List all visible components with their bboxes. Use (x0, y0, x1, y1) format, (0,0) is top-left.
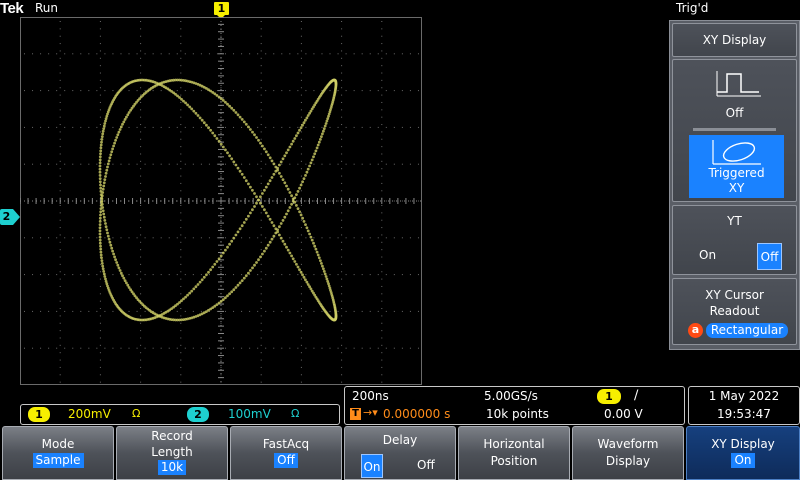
sample-rate: 5.00GS/s (484, 389, 538, 403)
xy-lissajous-icon (712, 140, 761, 165)
delay-label: Delay (382, 433, 418, 447)
delay-softkey[interactable]: Delay On Off (344, 426, 456, 480)
run-state: Run (35, 1, 59, 15)
yt-on-option[interactable]: On (699, 248, 716, 262)
fastacq-value: Off (274, 453, 298, 468)
ch1-scale: 200mV (68, 407, 111, 421)
date: 1 May 2022 (708, 389, 780, 403)
ch2-impedance-icon: Ω (291, 407, 300, 420)
trigger-level: 0.00 V (604, 407, 643, 421)
time: 19:53:47 (717, 407, 771, 421)
xy-cursor-title-line1: XY Cursor (705, 288, 764, 302)
ch2-ground-label: 2 (2, 210, 11, 223)
ch2-marker-arrow-icon (13, 209, 20, 225)
xy-cursor-title: XY Cursor Readout (673, 287, 796, 319)
selector-divider (693, 128, 776, 131)
waveform-graticule[interactable] (20, 17, 422, 385)
xy-triggered-label: Triggered XY (689, 166, 784, 196)
horizontal-position-label: Horizontal Position (483, 437, 545, 468)
xy-cursor-value: Rectangular (706, 323, 788, 338)
yt-title: YT (727, 214, 742, 228)
datetime-box: 1 May 2022 19:53:47 (688, 386, 800, 425)
mode-softkey[interactable]: Mode Sample (2, 426, 114, 480)
waveform-display-softkey[interactable]: Waveform Display (572, 426, 684, 480)
delay-arrow-icon: →▾ (363, 406, 378, 419)
mode-label: Mode (41, 437, 75, 451)
delay-readout: 0.000000 s (383, 407, 451, 421)
xy-display-softkey[interactable]: XY Display On (686, 426, 800, 480)
side-menu-title-box: XY Display (672, 23, 797, 57)
side-menu-title: XY Display (702, 33, 767, 47)
xy-display-selector: Off Triggered XY (672, 59, 797, 202)
xy-triggered-label-line1: Triggered (708, 166, 765, 180)
channel-scale-box[interactable]: 1 200mV Ω 2 100mV Ω (20, 404, 340, 425)
xy-off-label: Off (725, 106, 744, 120)
xy-triggered-label-line2: XY (728, 181, 745, 195)
trigger-source-badge[interactable]: 1 (597, 389, 621, 404)
ch1-badge[interactable]: 1 (28, 407, 50, 422)
xy-display-label: XY Display (711, 437, 775, 451)
xy-cursor-readout-box[interactable]: XY Cursor Readout a Rectangular (672, 278, 797, 345)
horizontal-position-softkey[interactable]: Horizontal Position (458, 426, 570, 480)
trigger-state: Trig'd (676, 1, 709, 15)
brand-logo: Tek (0, 0, 24, 17)
xy-display-value: On (731, 453, 755, 468)
mode-value: Sample (32, 453, 84, 468)
delay-on-option[interactable]: On (361, 454, 383, 478)
ch2-badge[interactable]: 2 (187, 407, 209, 422)
fastacq-label: FastAcq (262, 437, 310, 451)
ch1-impedance-icon: Ω (132, 407, 141, 420)
xy-cursor-title-line2: Readout (709, 304, 760, 318)
yt-toggle-box: YT On Off (672, 205, 797, 275)
trigger-slope-icon: ∕ (634, 388, 639, 403)
waveform-display-label: Waveform Display (597, 437, 659, 468)
delay-icon: T (350, 408, 361, 420)
fastacq-softkey[interactable]: FastAcq Off (230, 426, 342, 480)
record-length-label: Record Length (151, 429, 193, 459)
record-length-value: 10k (157, 460, 187, 475)
horizontal-readout-box[interactable]: 200ns 5.00GS/s T →▾ 0.000000 s 10k point… (344, 386, 685, 425)
side-menu: XY Display Off Triggered XY YT On Off XY… (669, 20, 800, 350)
ch2-ground-marker[interactable]: 2 (0, 209, 13, 225)
ch2-scale: 100mV (228, 407, 271, 421)
record-points: 10k points (486, 407, 549, 421)
xy-triggered-option[interactable]: Triggered XY (689, 135, 784, 198)
yt-waveform-icon (716, 71, 761, 97)
yt-off-option[interactable]: Off (757, 243, 782, 270)
record-length-softkey[interactable]: Record Length 10k (116, 426, 228, 480)
xy-off-option[interactable]: Off (673, 60, 796, 126)
delay-off-option[interactable]: Off (417, 458, 435, 472)
multipurpose-knob-a-icon: a (688, 323, 703, 338)
time-per-div: 200ns (352, 389, 389, 403)
